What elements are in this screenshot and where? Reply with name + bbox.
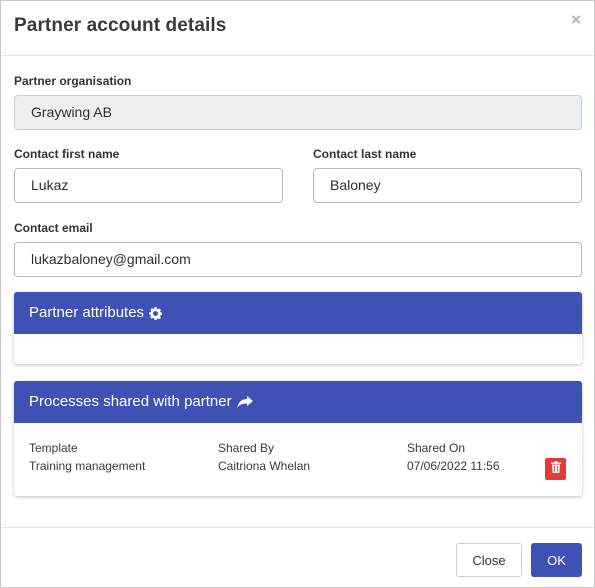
last-name-label: Contact last name bbox=[313, 147, 417, 161]
processes-shared-header: Processes shared with partner bbox=[14, 381, 582, 423]
organisation-field: Graywing AB bbox=[14, 95, 582, 130]
partner-attributes-panel: Partner attributes bbox=[14, 292, 582, 364]
gear-icon[interactable] bbox=[149, 306, 163, 320]
last-name-input[interactable]: Baloney bbox=[313, 168, 582, 203]
partner-attributes-title: Partner attributes bbox=[29, 304, 145, 321]
row-shared-on: 07/06/2022 11:56 bbox=[407, 459, 500, 473]
partner-attributes-header[interactable]: Partner attributes bbox=[14, 292, 582, 334]
ok-button[interactable]: OK bbox=[531, 543, 582, 577]
first-name-input[interactable]: Lukaz bbox=[14, 168, 283, 203]
close-button[interactable]: Close bbox=[456, 543, 522, 577]
column-header-shared-by: Shared By bbox=[218, 441, 275, 455]
column-header-shared-on: Shared On bbox=[407, 441, 466, 455]
partner-account-dialog: Partner account details × Partner organi… bbox=[0, 0, 595, 588]
footer-divider bbox=[1, 527, 594, 528]
dialog-header: Partner account details × bbox=[1, 1, 594, 56]
share-icon bbox=[236, 395, 253, 409]
row-template: Training management bbox=[29, 459, 146, 473]
email-input[interactable]: lukazbaloney@gmail.com bbox=[14, 242, 582, 277]
row-shared-by: Caitriona Whelan bbox=[218, 459, 311, 473]
processes-shared-panel: Processes shared with partner Template S… bbox=[14, 381, 582, 496]
delete-share-button[interactable] bbox=[545, 458, 566, 480]
first-name-label: Contact first name bbox=[14, 147, 120, 161]
organisation-label: Partner organisation bbox=[14, 74, 132, 88]
processes-shared-title: Processes shared with partner bbox=[29, 393, 232, 410]
column-header-template: Template bbox=[29, 441, 78, 455]
email-label: Contact email bbox=[14, 221, 93, 235]
trash-icon bbox=[550, 460, 561, 478]
close-icon[interactable]: × bbox=[571, 11, 581, 28]
dialog-title: Partner account details bbox=[14, 15, 227, 36]
